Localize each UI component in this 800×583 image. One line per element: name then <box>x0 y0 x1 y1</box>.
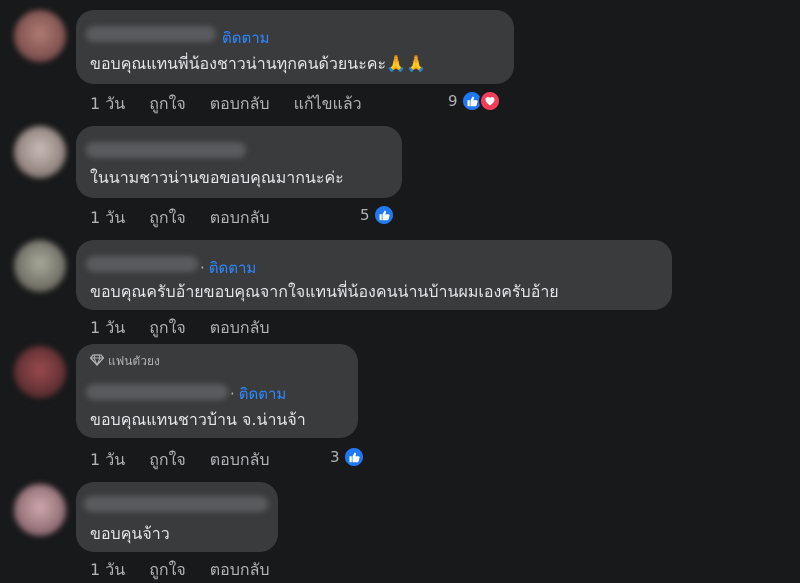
like-button[interactable]: ถูกใจ <box>149 206 186 231</box>
reply-button[interactable]: ตอบกลับ <box>210 206 270 231</box>
reaction-count: 3 <box>330 448 340 466</box>
timestamp[interactable]: 1 วัน <box>90 316 125 341</box>
comment-text: ในนามชาวน่านขอขอบคุณมากนะค่ะ <box>90 168 344 187</box>
comment-actions: 1 วัน ถูกใจ ตอบกลับ แก้ไขแล้ว <box>90 92 362 117</box>
comment-text: ขอบคุณครับอ้ายขอบคุณจากใจแทนพี่น้องคนน่า… <box>90 282 559 301</box>
reactions[interactable]: 9 <box>448 90 501 112</box>
timestamp[interactable]: 1 วัน <box>90 448 125 473</box>
like-button[interactable]: ถูกใจ <box>149 448 186 473</box>
edited-label[interactable]: แก้ไขแล้ว <box>294 92 362 117</box>
author-name[interactable] <box>86 256 198 272</box>
reply-button[interactable]: ตอบกลับ <box>210 558 270 583</box>
reaction-count: 5 <box>360 206 370 224</box>
timestamp[interactable]: 1 วัน <box>90 558 125 583</box>
love-icon <box>478 90 501 112</box>
follow-link[interactable]: ติดตาม <box>222 26 270 50</box>
follow-link[interactable]: · ติดตาม <box>200 256 256 280</box>
comment-text: ขอบคุนจ้าว <box>90 524 170 543</box>
reactions[interactable]: 3 <box>330 446 365 468</box>
comment-bubble: · ติดตาม ขอบคุณครับอ้ายขอบคุณจากใจแทนพี่น… <box>76 240 672 310</box>
comment-bubble: แฟนตัวยง · ติดตาม ขอบคุณแทนชาวบ้าน จ.น่าน… <box>76 344 358 438</box>
like-button[interactable]: ถูกใจ <box>149 92 186 117</box>
avatar[interactable] <box>14 346 66 398</box>
reply-button[interactable]: ตอบกลับ <box>210 448 270 473</box>
comment-actions: 1 วัน ถูกใจ ตอบกลับ <box>90 206 270 231</box>
comment-actions: 1 วัน ถูกใจ ตอบกลับ <box>90 558 270 583</box>
separator-dot: · <box>230 385 235 403</box>
badge-label: แฟนตัวยง <box>108 354 160 368</box>
timestamp[interactable]: 1 วัน <box>90 92 125 117</box>
avatar[interactable] <box>14 10 66 62</box>
like-button[interactable]: ถูกใจ <box>149 558 186 583</box>
author-name[interactable] <box>86 384 228 400</box>
follow-label[interactable]: ติดตาม <box>209 259 257 277</box>
like-icon <box>372 204 395 226</box>
like-icon <box>342 446 365 468</box>
reaction-count: 9 <box>448 92 458 110</box>
author-name[interactable] <box>84 496 268 512</box>
comment-bubble: ติดตาม ขอบคุณแทนพี่น้องชาวน่านทุกคนด้วยน… <box>76 10 514 84</box>
comment-bubble: ขอบคุนจ้าว <box>76 482 278 552</box>
comment-bubble: ในนามชาวน่านขอขอบคุณมากนะค่ะ <box>76 126 402 198</box>
avatar[interactable] <box>14 126 66 178</box>
diamond-icon <box>89 354 105 369</box>
reply-button[interactable]: ตอบกลับ <box>210 316 270 341</box>
comment-actions: 1 วัน ถูกใจ ตอบกลับ <box>90 448 270 473</box>
follow-label[interactable]: ติดตาม <box>239 385 287 403</box>
comment-actions: 1 วัน ถูกใจ ตอบกลับ <box>90 316 270 341</box>
top-fan-badge: แฟนตัวยง <box>89 352 160 371</box>
author-name[interactable] <box>86 142 246 158</box>
author-name[interactable] <box>86 26 216 42</box>
timestamp[interactable]: 1 วัน <box>90 206 125 231</box>
avatar[interactable] <box>14 484 66 536</box>
reactions[interactable]: 5 <box>360 204 395 226</box>
separator-dot: · <box>200 259 205 277</box>
comment-text: ขอบคุณแทนพี่น้องชาวน่านทุกคนด้วยนะคะ🙏🙏 <box>90 54 426 73</box>
like-button[interactable]: ถูกใจ <box>149 316 186 341</box>
follow-link[interactable]: · ติดตาม <box>230 382 286 406</box>
avatar[interactable] <box>14 240 66 292</box>
comment-text: ขอบคุณแทนชาวบ้าน จ.น่านจ้า <box>90 410 306 429</box>
reply-button[interactable]: ตอบกลับ <box>210 92 270 117</box>
